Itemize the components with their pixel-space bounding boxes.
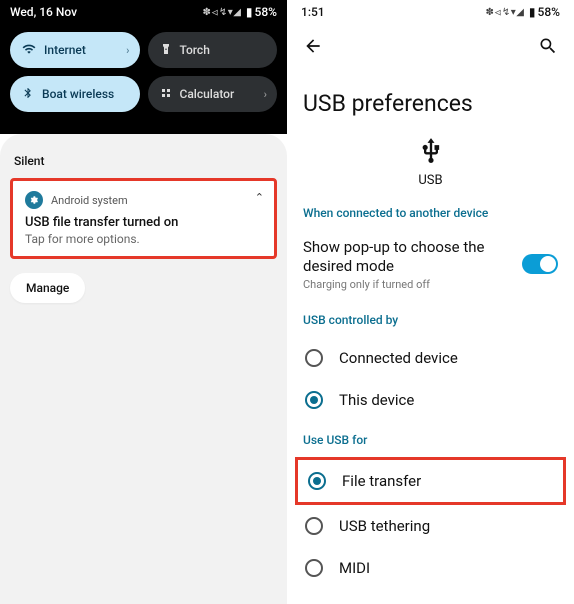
manage-button[interactable]: Manage	[10, 273, 85, 303]
notification-app-name: Android system	[51, 194, 128, 207]
qs-calculator[interactable]: Calculator ›	[148, 76, 278, 112]
radio-label: This device	[339, 391, 414, 409]
setting-subtitle: Charging only if turned off	[303, 278, 522, 291]
notification-usb[interactable]: Android system USB file transfer turned …	[10, 178, 277, 259]
radio-file-transfer[interactable]: File transfer	[295, 457, 566, 505]
radio-midi[interactable]: MIDI	[301, 547, 560, 589]
wifi-icon	[22, 42, 36, 59]
qs-boat-wireless[interactable]: Boat wireless	[10, 76, 140, 112]
radio-label: Connected device	[339, 349, 458, 367]
chevron-right-icon: ›	[264, 88, 267, 101]
notification-shade: Wed, 16 Nov ✽ ⏿ ↯ ▾ ◢ ▮ 58% Internet › T…	[0, 0, 287, 604]
section-controlled-by: USB controlled by	[303, 313, 558, 327]
radio-icon	[305, 349, 323, 367]
chevron-right-icon: ›	[126, 44, 129, 57]
notification-subtitle: Tap for more options.	[25, 232, 262, 246]
radio-label: USB tethering	[339, 517, 430, 535]
back-arrow-icon[interactable]	[303, 36, 323, 56]
radio-connected-device[interactable]: Connected device	[301, 337, 560, 379]
qs-label: Boat wireless	[42, 87, 114, 101]
status-right: ✽ ⏿ ↯ ▾ ◢ ▮ 58%	[485, 5, 560, 19]
search-icon[interactable]	[538, 36, 558, 56]
qs-label: Calculator	[180, 87, 235, 101]
section-use-usb-for: Use USB for	[303, 433, 558, 447]
status-icons-cluster: ✽ ⏿ ↯ ▾ ◢	[202, 7, 239, 18]
status-date: Wed, 16 Nov	[10, 5, 77, 19]
status-right: ✽ ⏿ ↯ ▾ ◢ ▮ 58%	[202, 5, 277, 19]
battery-percent: 58%	[538, 5, 560, 19]
qs-internet[interactable]: Internet ›	[10, 32, 140, 68]
notification-title: USB file transfer turned on	[25, 215, 262, 230]
page-title: USB preferences	[303, 90, 558, 117]
radio-label: MIDI	[339, 559, 370, 577]
qs-label: Torch	[180, 43, 210, 57]
setting-popup[interactable]: Show pop-up to choose the desired mode C…	[301, 230, 560, 301]
calculator-icon	[160, 87, 172, 102]
setting-title: Show pop-up to choose the desired mode	[303, 238, 522, 276]
settings-screen: 1:51 ✽ ⏿ ↯ ▾ ◢ ▮ 58% USB preferences USB…	[287, 0, 574, 604]
popup-toggle[interactable]	[522, 254, 558, 274]
bluetooth-icon	[22, 87, 34, 102]
radio-icon	[308, 472, 326, 490]
quick-settings: Internet › Torch Boat wireless	[0, 24, 287, 134]
radio-usb-tethering[interactable]: USB tethering	[301, 505, 560, 547]
usb-hero: USB	[301, 137, 560, 188]
gear-icon	[25, 191, 43, 209]
qs-torch[interactable]: Torch	[148, 32, 278, 68]
status-bar: Wed, 16 Nov ✽ ⏿ ↯ ▾ ◢ ▮ 58%	[0, 0, 287, 24]
radio-icon	[305, 517, 323, 535]
flashlight-icon	[160, 43, 172, 58]
battery-percent: 58%	[255, 5, 277, 19]
usb-hero-label: USB	[301, 173, 560, 188]
notification-list: Silent Android system USB file transfer …	[0, 134, 287, 604]
battery-icon: ▮	[529, 5, 536, 19]
radio-icon	[305, 391, 323, 409]
radio-icon	[305, 559, 323, 577]
chevron-up-icon[interactable]: ⌃	[255, 191, 264, 204]
radio-this-device[interactable]: This device	[301, 379, 560, 421]
top-bar	[301, 24, 560, 64]
radio-label: File transfer	[342, 472, 421, 490]
status-bar: 1:51 ✽ ⏿ ↯ ▾ ◢ ▮ 58%	[301, 0, 560, 24]
section-silent: Silent	[14, 154, 273, 168]
qs-label: Internet	[44, 43, 86, 57]
battery-icon: ▮	[246, 5, 253, 19]
section-when-connected: When connected to another device	[303, 206, 558, 220]
status-icons-cluster: ✽ ⏿ ↯ ▾ ◢	[485, 7, 522, 18]
status-time: 1:51	[301, 5, 325, 19]
usb-icon	[417, 150, 445, 169]
